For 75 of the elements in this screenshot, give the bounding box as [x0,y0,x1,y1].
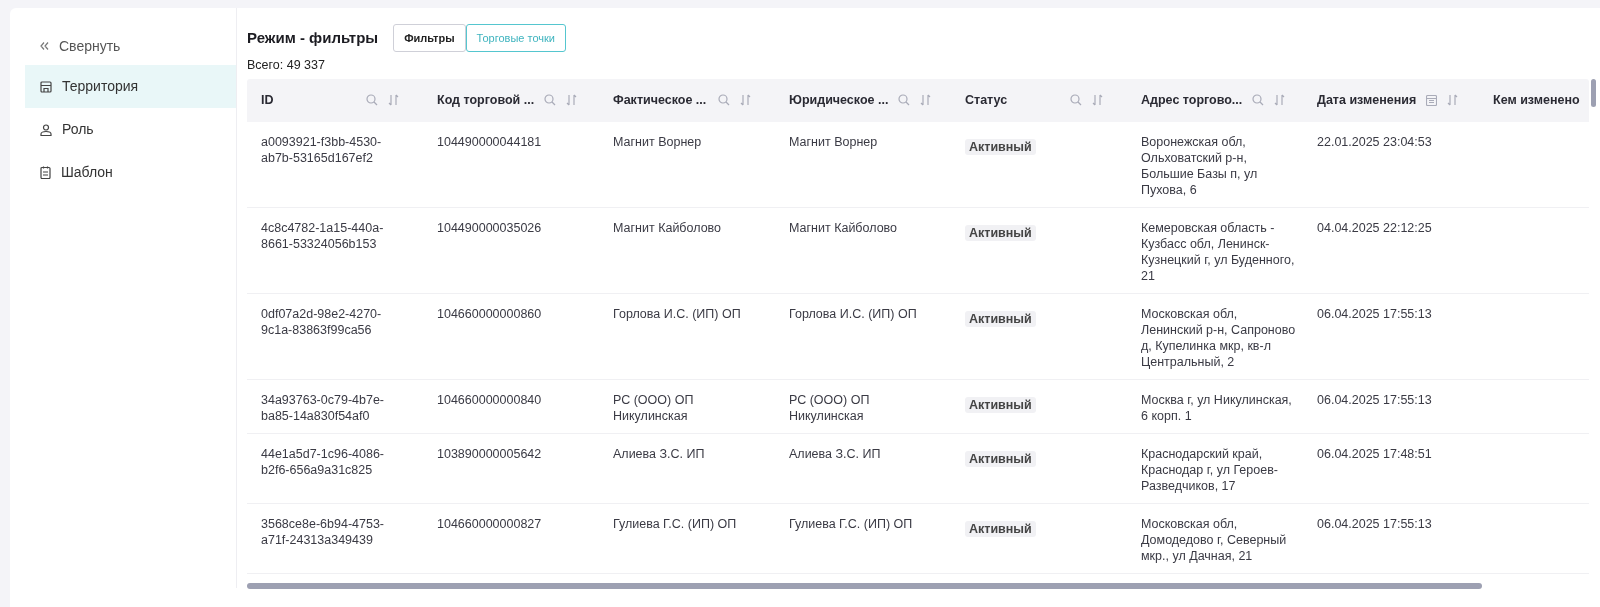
date-cell-text: 06.04.2025 17:55:13 [1317,391,1433,408]
status-badge: Активный [965,396,1036,413]
id-cell-text: 3568ce8e-6b94-4753-a71f-24313a349439 [261,515,386,548]
id-cell-text: a0093921-f3bb-4530-ab7b-53165d167ef2 [261,133,383,166]
id-cell-text: 0df07a2d-98e2-4270-9c1a-83863f99ca56 [261,305,383,338]
sort-icon[interactable] [920,94,932,107]
status-badge: Активный [965,450,1036,467]
column-header: ID [261,91,275,109]
legal-name-cell-text: РС (ООО) ОП Никулинская [789,391,871,424]
document-icon [40,166,51,179]
address-cell-text: Воронежская обл, Ольховатский р-н, Большие Базы п, ул Пухова, 6 [1141,133,1259,198]
legal-name-cell-text: Алиева З.С. ИП [789,445,882,462]
sort-icon[interactable] [1092,94,1103,107]
code-cell-text: 104660000000827 [437,515,543,532]
status-badge: Активный [965,224,1036,241]
legal-name-cell-text: Гулиева Г.С. (ИП) ОП [789,515,914,532]
code-cell-text: 104660000000840 [437,391,543,408]
search-icon[interactable] [366,94,378,107]
search-icon[interactable] [898,94,911,107]
actual-name-cell-text: Магнит Ворнер [613,133,703,150]
address-cell-text: Московская обл, Домодедово г, Северный мкр., ул Дачная, 21 [1141,515,1288,564]
sort-icon[interactable] [1274,94,1286,107]
code-cell-text: 104660000000860 [437,305,543,322]
column-header: Код торговой ... [437,91,535,109]
total-count: Всего: 49 337 [247,57,326,74]
code-cell-text: 104490000044181 [437,133,543,150]
id-cell-text: 4c8c4782-1a15-440a-8661-53324056b153 [261,219,385,252]
actual-name-cell-text: РС (ООО) ОП Никулинская [613,391,695,424]
search-icon[interactable] [718,94,730,107]
code-cell-text: 104490000035026 [437,219,543,236]
legal-name-cell-text: Магнит Ворнер [789,133,879,150]
code-cell-text: 103890000005642 [437,445,543,462]
search-icon[interactable] [1252,94,1265,107]
store-icon [40,80,52,93]
sort-icon[interactable] [740,94,751,107]
actual-name-cell-text: Магнит Кайболово [613,219,723,236]
address-cell-text: Москва г, ул Никулинская, 6 корп. 1 [1141,391,1293,424]
address-cell-text: Кемеровская область - Кузбасс обл, Ленинск-Кузнецкий г, ул Буденного, 21 [1141,219,1296,284]
date-cell-text: 22.01.2025 23:04:53 [1317,133,1433,150]
horizontal-scrollbar-thumb[interactable] [247,582,1482,589]
page-title: Режим - фильтры [247,27,379,48]
status-badge: Активный [965,520,1036,537]
date-cell-text: 04.04.2025 22:12:25 [1317,219,1433,236]
search-icon[interactable] [544,94,557,107]
status-badge: Активный [965,310,1036,327]
sort-icon[interactable] [388,94,399,107]
actual-name-cell-text: Горлова И.С. (ИП) ОП [613,305,742,322]
date-cell-text: 06.04.2025 17:55:13 [1317,305,1433,322]
actual-name-cell-text: Алиева З.С. ИП [613,445,706,462]
date-cell-text: 06.04.2025 17:48:51 [1317,445,1433,462]
column-header: Фактическое ... [613,91,708,109]
search-icon[interactable] [1070,94,1082,107]
sort-icon[interactable] [1447,94,1459,107]
id-cell-text: 34a93763-0c79-4b7e-ba85-14a830f54af0 [261,391,386,424]
collapse-button[interactable]: Свернуть [25,36,121,56]
status-badge: Активный [965,138,1036,155]
tab[interactable]: Фильтры [393,24,466,52]
legal-name-cell-text: Горлова И.С. (ИП) ОП [789,305,918,322]
double-chevron-left-icon [40,42,49,50]
sidebar-item[interactable]: Территория [25,65,236,108]
sort-icon[interactable] [566,94,578,107]
person-icon [40,123,52,136]
column-header: Дата изменения [1317,91,1417,109]
address-cell-text: Краснодарский край, Краснодар г, ул Героев-Разведчиков, 17 [1141,445,1279,494]
calendar-icon[interactable] [1426,94,1438,107]
column-header: Юридическое ... [789,91,889,109]
column-header: Кем изменено [1493,91,1580,109]
vertical-scrollbar-thumb[interactable] [1591,78,1596,107]
column-header: Статус [965,91,1009,109]
date-cell-text: 06.04.2025 17:55:13 [1317,515,1433,532]
id-cell-text: 44e1a5d7-1c96-4086-b2f6-656a9a31c825 [261,445,386,478]
actual-name-cell-text: Гулиева Г.С. (ИП) ОП [613,515,738,532]
address-cell-text: Московская обл, Ленинский р-н, Сапроново д, Купелинка мкр, кв-л Центральный, 2 [1141,305,1297,370]
column-header: Адрес торгово... [1141,91,1243,109]
legal-name-cell-text: Магнит Кайболово [789,219,899,236]
